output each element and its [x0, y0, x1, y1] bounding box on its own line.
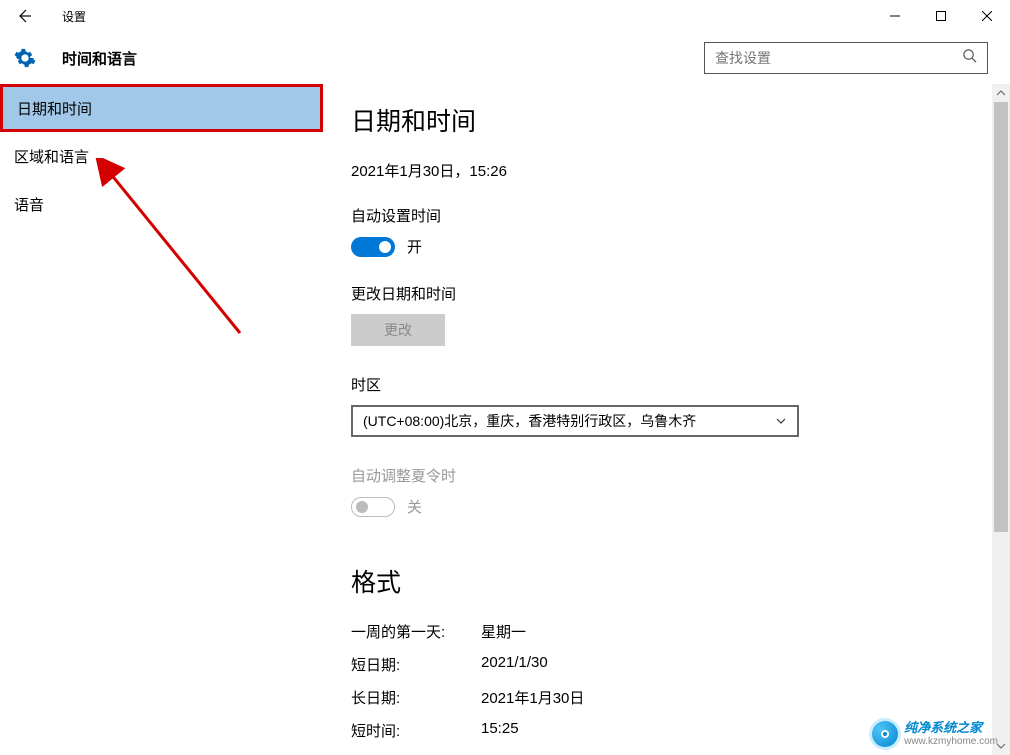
long-date-value: 2021年1月30日 [481, 687, 982, 708]
title-bar: 设置 [0, 0, 1010, 32]
auto-time-toggle-row: 开 [351, 236, 982, 257]
format-heading: 格式 [351, 563, 982, 599]
page-title: 日期和时间 [351, 102, 982, 138]
search-box[interactable] [704, 42, 988, 74]
toggle-knob [356, 501, 368, 513]
window-controls [872, 0, 1010, 32]
sidebar: 日期和时间 区域和语言 语音 [0, 84, 323, 755]
watermark: 纯净系统之家 www.kzmyhome.com [872, 721, 998, 747]
change-datetime-label: 更改日期和时间 [351, 283, 982, 304]
auto-dst-state: 关 [407, 496, 422, 517]
scrollbar-thumb[interactable] [994, 102, 1008, 532]
settings-header: 时间和语言 [0, 32, 1010, 84]
search-input[interactable] [705, 50, 952, 66]
search-icon [952, 48, 987, 68]
timezone-selected: (UTC+08:00)北京，重庆，香港特别行政区，乌鲁木齐 [363, 411, 696, 431]
auto-time-toggle[interactable] [351, 237, 395, 257]
gear-icon [14, 47, 36, 69]
maximize-button[interactable] [918, 0, 964, 32]
auto-time-label: 自动设置时间 [351, 205, 982, 226]
sidebar-item-label: 语音 [14, 194, 44, 215]
auto-time-state: 开 [407, 236, 422, 257]
auto-dst-toggle-row: 关 [351, 496, 982, 517]
sidebar-item-datetime[interactable]: 日期和时间 [0, 84, 323, 132]
first-day-label: 一周的第一天: [351, 621, 481, 642]
timezone-label: 时区 [351, 374, 982, 395]
scrollbar[interactable] [992, 84, 1010, 755]
watermark-line1: 纯净系统之家 [904, 721, 998, 735]
sidebar-item-label: 日期和时间 [17, 98, 92, 119]
header-title: 时间和语言 [62, 48, 137, 69]
maximize-icon [936, 11, 946, 21]
window-title: 设置 [62, 8, 86, 25]
watermark-line2: www.kzmyhome.com [904, 736, 998, 747]
toggle-knob [379, 241, 391, 253]
close-icon [982, 11, 992, 21]
back-button[interactable] [0, 0, 48, 32]
main-panel: 日期和时间 2021年1月30日，15:26 自动设置时间 开 更改日期和时间 … [323, 84, 1010, 755]
change-datetime-button: 更改 [351, 314, 445, 346]
first-day-value: 星期一 [481, 621, 982, 642]
short-date-label: 短日期: [351, 654, 481, 675]
close-button[interactable] [964, 0, 1010, 32]
chevron-down-icon [775, 415, 787, 427]
watermark-logo-icon [872, 721, 898, 747]
scroll-up-button[interactable] [992, 84, 1010, 102]
chevron-up-icon [997, 89, 1005, 97]
current-datetime: 2021年1月30日，15:26 [351, 160, 982, 181]
auto-dst-toggle [351, 497, 395, 517]
auto-dst-label: 自动调整夏令时 [351, 465, 982, 486]
sidebar-item-region-language[interactable]: 区域和语言 [0, 132, 323, 180]
long-date-label: 长日期: [351, 687, 481, 708]
minimize-icon [890, 11, 900, 21]
timezone-dropdown[interactable]: (UTC+08:00)北京，重庆，香港特别行政区，乌鲁木齐 [351, 405, 799, 437]
short-date-value: 2021/1/30 [481, 654, 982, 675]
watermark-text: 纯净系统之家 www.kzmyhome.com [904, 721, 998, 746]
sidebar-item-speech[interactable]: 语音 [0, 180, 323, 228]
back-arrow-icon [16, 8, 32, 24]
chevron-down-icon [997, 742, 1005, 750]
content-area: 日期和时间 区域和语言 语音 日期和时间 2021年1月30日，15:26 自动… [0, 84, 1010, 755]
short-time-label: 短时间: [351, 720, 481, 741]
minimize-button[interactable] [872, 0, 918, 32]
sidebar-item-label: 区域和语言 [14, 146, 89, 167]
